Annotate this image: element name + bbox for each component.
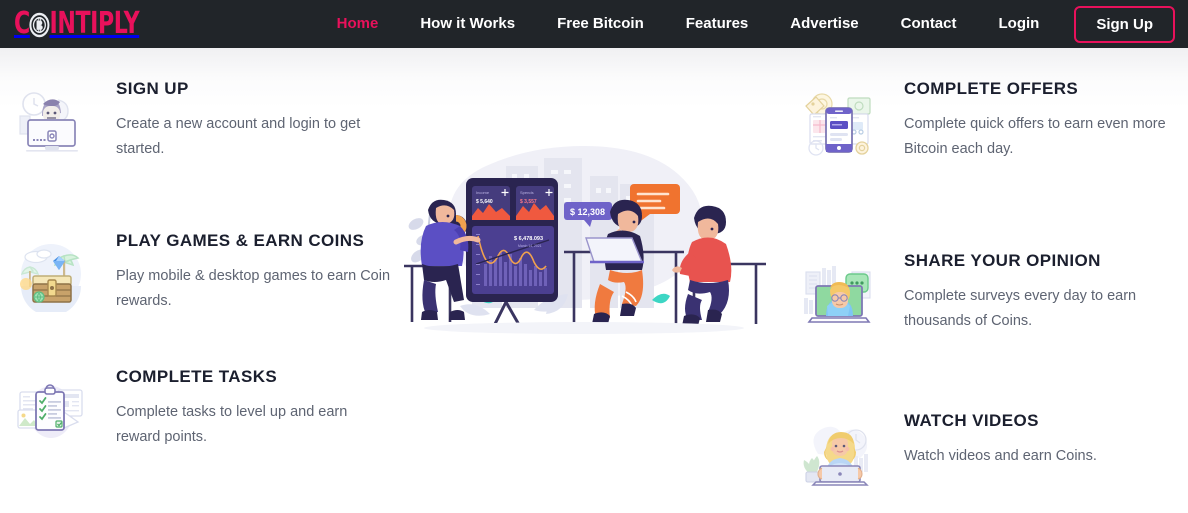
site-logo[interactable]: C INTIPLY	[0, 0, 167, 48]
sign-up-button[interactable]: Sign Up	[1074, 5, 1175, 43]
feature-sign-up[interactable]: SIGN UP Create a new account and login t…	[0, 74, 402, 162]
feature-description: Create a new account and login to get st…	[116, 116, 361, 158]
feature-description: Complete tasks to level up and earn rewa…	[116, 404, 348, 445]
logo-wordmark: C INTIPLY	[14, 6, 140, 41]
feature-body: SHARE YOUR OPINION Complete surveys ever…	[878, 246, 1188, 334]
feature-description: Watch videos and earn Coins.	[904, 448, 1097, 465]
feature-title: PLAY GAMES & EARN COINS	[116, 230, 365, 250]
top-navigation-bar: C INTIPLY Home How it Works Free Bitcoin…	[0, 0, 1188, 48]
nav-item-login[interactable]: Login	[978, 0, 1061, 48]
feature-title: SIGN UP	[116, 79, 189, 98]
feature-play-games[interactable]: PLAY GAMES & EARN COINS Play mobile & de…	[0, 226, 402, 316]
nav-item-features[interactable]: Features	[665, 0, 770, 48]
person-at-desktop-computer-icon	[12, 82, 90, 160]
nav-item-free-bitcoin[interactable]: Free Bitcoin	[536, 0, 665, 48]
nav-item-home[interactable]: Home	[316, 0, 400, 48]
survey-person-laptop-icon	[800, 254, 878, 332]
feature-share-opinion[interactable]: SHARE YOUR OPINION Complete surveys ever…	[786, 246, 1188, 334]
feature-body: WATCH VIDEOS Watch videos and earn Coins…	[878, 406, 1105, 469]
feature-complete-offers[interactable]: COMPLETE OFFERS Complete quick offers to…	[786, 74, 1188, 162]
feature-title: SHARE YOUR OPINION	[904, 250, 1101, 270]
woman-with-laptop-icon	[800, 414, 878, 492]
feature-body: SIGN UP Create a new account and login t…	[90, 74, 402, 162]
feature-title: WATCH VIDEOS	[904, 410, 1039, 430]
svg-text:Income: Income	[476, 190, 490, 195]
svg-text:$ 5,640: $ 5,640	[476, 199, 493, 205]
svg-text:March 14, 2021: March 14, 2021	[518, 244, 542, 248]
feature-description: Complete quick offers to earn even more …	[904, 116, 1166, 158]
people-with-trading-dashboard-illustration: Income Spends $ 5,640 $ 3,557 $ 6,478.09…	[394, 114, 774, 364]
svg-text:$ 6,478.093: $ 6,478.093	[514, 236, 543, 242]
nav-item-how-it-works[interactable]: How it Works	[399, 0, 536, 48]
clipboard-checklist-icon	[12, 370, 90, 448]
feature-body: COMPLETE TASKS Complete tasks to level u…	[90, 362, 402, 450]
svg-text:$ 12,308: $ 12,308	[570, 207, 605, 217]
page-content: SIGN UP Create a new account and login t…	[0, 48, 1188, 513]
mobile-offers-icon	[800, 82, 878, 160]
feature-watch-videos[interactable]: WATCH VIDEOS Watch videos and earn Coins…	[786, 406, 1188, 492]
nav-item-contact[interactable]: Contact	[880, 0, 978, 48]
nav-item-advertise[interactable]: Advertise	[769, 0, 879, 48]
feature-body: COMPLETE OFFERS Complete quick offers to…	[878, 74, 1188, 162]
features-column-right: COMPLETE OFFERS Complete quick offers to…	[786, 48, 1188, 513]
feature-complete-tasks[interactable]: COMPLETE TASKS Complete tasks to level u…	[0, 362, 402, 450]
nav-links: Home How it Works Free Bitcoin Features …	[316, 0, 1188, 48]
treasure-chest-icon	[12, 234, 90, 316]
hero-illustration-area: Income Spends $ 5,640 $ 3,557 $ 6,478.09…	[402, 48, 786, 513]
feature-body: PLAY GAMES & EARN COINS Play mobile & de…	[90, 226, 402, 314]
features-column-left: SIGN UP Create a new account and login t…	[0, 48, 402, 513]
svg-text:Spends: Spends	[520, 190, 534, 195]
feature-title: COMPLETE TASKS	[116, 366, 278, 386]
feature-description: Play mobile & desktop games to earn Coin…	[116, 268, 391, 309]
logo-prefix: C	[14, 6, 30, 41]
logo-suffix: INTIPLY	[49, 6, 140, 41]
feature-description: Complete surveys every day to earn thous…	[904, 288, 1137, 329]
feature-title: COMPLETE OFFERS	[904, 79, 1079, 98]
bitcoin-coin-icon	[29, 12, 50, 37]
features-columns: SIGN UP Create a new account and login t…	[0, 48, 1188, 513]
